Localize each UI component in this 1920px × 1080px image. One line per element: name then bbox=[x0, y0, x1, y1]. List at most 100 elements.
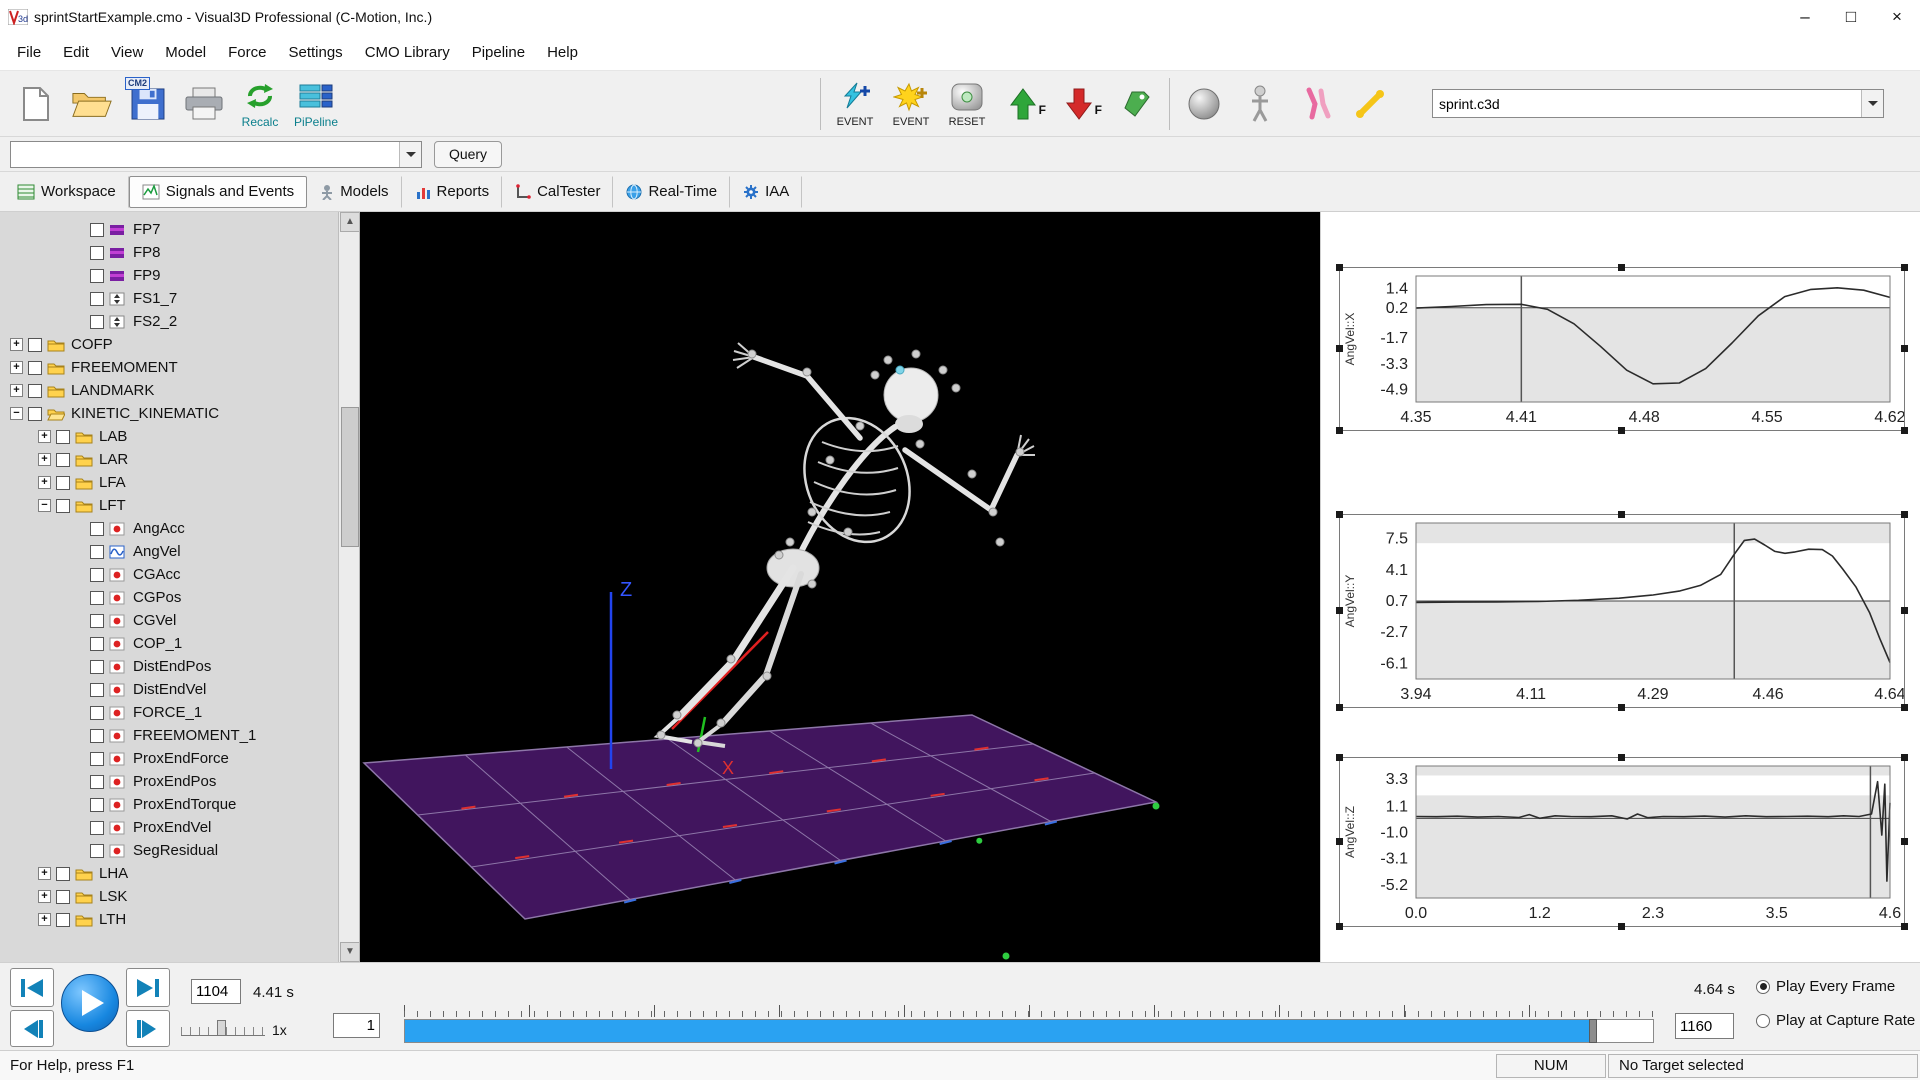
tree-checkbox[interactable] bbox=[56, 890, 70, 904]
play-button[interactable] bbox=[61, 974, 119, 1032]
speed-slider[interactable] bbox=[181, 1019, 265, 1039]
tree-checkbox[interactable] bbox=[90, 683, 104, 697]
resize-handle-br[interactable] bbox=[1901, 704, 1908, 711]
tree-checkbox[interactable] bbox=[56, 453, 70, 467]
tree-item-fp7[interactable]: FP7 bbox=[0, 218, 359, 241]
3d-viewport[interactable]: ZX bbox=[360, 212, 1320, 962]
tree-item-cgpos[interactable]: CGPos bbox=[0, 586, 359, 609]
tree-item-proxendtorque[interactable]: ProxEndTorque bbox=[0, 793, 359, 816]
collapse-toggle-icon[interactable]: − bbox=[38, 499, 51, 512]
tree-checkbox[interactable] bbox=[90, 246, 104, 260]
tree-checkbox[interactable] bbox=[90, 292, 104, 306]
tree-item-force_1[interactable]: FORCE_1 bbox=[0, 701, 359, 724]
resize-handle-br[interactable] bbox=[1901, 427, 1908, 434]
expand-toggle-icon[interactable]: + bbox=[38, 913, 51, 926]
tree-checkbox[interactable] bbox=[56, 867, 70, 881]
resize-handle-tl[interactable] bbox=[1336, 754, 1343, 761]
timeline-scrubber[interactable] bbox=[404, 1019, 1654, 1043]
reset-button[interactable]: RESET bbox=[939, 74, 995, 134]
motion-file-combo[interactable] bbox=[1432, 89, 1884, 118]
radio-play-every-frame[interactable]: Play Every Frame bbox=[1756, 978, 1895, 995]
tree-item-proxendpos[interactable]: ProxEndPos bbox=[0, 770, 359, 793]
tree-item-cgvel[interactable]: CGVel bbox=[0, 609, 359, 632]
print-button[interactable] bbox=[176, 74, 232, 134]
menu-help[interactable]: Help bbox=[536, 38, 589, 67]
tab-caltester[interactable]: CalTester bbox=[502, 176, 613, 208]
expand-toggle-icon[interactable]: + bbox=[38, 867, 51, 880]
skeleton-button[interactable] bbox=[1232, 74, 1288, 134]
tag-green-button[interactable] bbox=[1107, 74, 1163, 134]
tree-item-angacc[interactable]: AngAcc bbox=[0, 517, 359, 540]
tree-checkbox[interactable] bbox=[90, 660, 104, 674]
minimize-button[interactable]: – bbox=[1782, 0, 1828, 34]
menu-view[interactable]: View bbox=[100, 38, 154, 67]
motion-file-input[interactable] bbox=[1433, 96, 1861, 112]
tree-checkbox[interactable] bbox=[28, 407, 42, 421]
tree-item-distendpos[interactable]: DistEndPos bbox=[0, 655, 359, 678]
tab-models[interactable]: Models bbox=[307, 176, 401, 208]
resize-handle-tr[interactable] bbox=[1901, 754, 1908, 761]
scroll-down-icon[interactable]: ▼ bbox=[340, 942, 360, 962]
resize-handle-mr[interactable] bbox=[1901, 838, 1908, 845]
expand-toggle-icon[interactable]: + bbox=[10, 384, 23, 397]
pipeline-button[interactable]: PiPeline bbox=[288, 74, 344, 134]
tree-item-lar[interactable]: +LAR bbox=[0, 448, 359, 471]
combo-dropdown-icon[interactable] bbox=[1861, 90, 1883, 117]
expand-toggle-icon[interactable]: + bbox=[10, 338, 23, 351]
tree-item-freemoment_1[interactable]: FREEMOMENT_1 bbox=[0, 724, 359, 747]
expand-toggle-icon[interactable]: + bbox=[38, 430, 51, 443]
leg-pink-button[interactable] bbox=[1288, 74, 1344, 134]
resize-handle-tl[interactable] bbox=[1336, 264, 1343, 271]
tree-checkbox[interactable] bbox=[56, 913, 70, 927]
resize-handle-tr[interactable] bbox=[1901, 511, 1908, 518]
resize-handle-mr[interactable] bbox=[1901, 607, 1908, 614]
tree-item-distendvel[interactable]: DistEndVel bbox=[0, 678, 359, 701]
query-dropdown-icon[interactable] bbox=[399, 142, 421, 167]
expand-toggle-icon[interactable]: + bbox=[10, 361, 23, 374]
chart-panel-angvel-y[interactable]: 7.54.10.7-2.7-6.13.944.114.294.464.64Ang… bbox=[1339, 514, 1905, 708]
tree-checkbox[interactable] bbox=[90, 775, 104, 789]
tab-reports[interactable]: Reports bbox=[402, 176, 503, 208]
resize-handle-tm[interactable] bbox=[1618, 264, 1625, 271]
resize-handle-tm[interactable] bbox=[1618, 511, 1625, 518]
resize-handle-ml[interactable] bbox=[1336, 607, 1343, 614]
tree-checkbox[interactable] bbox=[28, 338, 42, 352]
tree-checkbox[interactable] bbox=[90, 591, 104, 605]
collapse-toggle-icon[interactable]: − bbox=[10, 407, 23, 420]
resize-handle-mr[interactable] bbox=[1901, 345, 1908, 352]
tree-item-proxendforce[interactable]: ProxEndForce bbox=[0, 747, 359, 770]
tree-item-segresidual[interactable]: SegResidual bbox=[0, 839, 359, 862]
tab-iaa[interactable]: IAA bbox=[730, 176, 802, 208]
menu-pipeline[interactable]: Pipeline bbox=[461, 38, 536, 67]
expand-toggle-icon[interactable]: + bbox=[38, 453, 51, 466]
expand-toggle-icon[interactable]: + bbox=[38, 890, 51, 903]
open-file-button[interactable] bbox=[64, 74, 120, 134]
scrollbar-thumb[interactable] bbox=[341, 407, 359, 547]
scroll-up-icon[interactable]: ▲ bbox=[340, 212, 360, 232]
bone-yellow-button[interactable] bbox=[1344, 74, 1400, 134]
tree-checkbox[interactable] bbox=[90, 752, 104, 766]
speed-slider-thumb[interactable] bbox=[217, 1020, 226, 1036]
tree-item-proxendvel[interactable]: ProxEndVel bbox=[0, 816, 359, 839]
resize-handle-ml[interactable] bbox=[1336, 838, 1343, 845]
tree-item-cofp[interactable]: +COFP bbox=[0, 333, 359, 356]
chart-panel-angvel-x[interactable]: 1.40.2-1.7-3.3-4.94.354.414.484.554.62An… bbox=[1339, 267, 1905, 431]
timeline-handle[interactable] bbox=[1589, 1019, 1597, 1043]
menu-settings[interactable]: Settings bbox=[277, 38, 353, 67]
tab-workspace[interactable]: Workspace bbox=[4, 176, 129, 208]
expand-toggle-icon[interactable]: + bbox=[38, 476, 51, 489]
tree-checkbox[interactable] bbox=[90, 798, 104, 812]
tree-checkbox[interactable] bbox=[90, 223, 104, 237]
tree-checkbox[interactable] bbox=[90, 315, 104, 329]
resize-handle-bl[interactable] bbox=[1336, 427, 1343, 434]
tree-checkbox[interactable] bbox=[90, 614, 104, 628]
step-forward-button[interactable] bbox=[126, 1010, 170, 1047]
tree-item-kinetic_kinematic[interactable]: −KINETIC_KINEMATIC bbox=[0, 402, 359, 425]
tree-item-fp8[interactable]: FP8 bbox=[0, 241, 359, 264]
skip-to-end-button[interactable] bbox=[126, 968, 170, 1007]
tree-item-lfa[interactable]: +LFA bbox=[0, 471, 359, 494]
tree-checkbox[interactable] bbox=[90, 545, 104, 559]
tree-checkbox[interactable] bbox=[28, 361, 42, 375]
tree-item-lha[interactable]: +LHA bbox=[0, 862, 359, 885]
resize-handle-bl[interactable] bbox=[1336, 923, 1343, 930]
